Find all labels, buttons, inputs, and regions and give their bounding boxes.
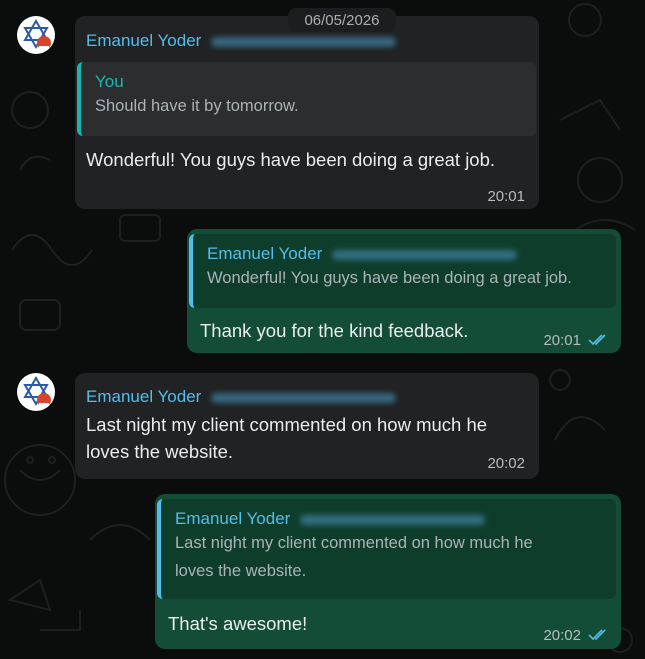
quoted-text-line: loves the website. bbox=[175, 562, 307, 580]
message-bubble-incoming[interactable]: Emanuel Yoder You Should have it by tomo… bbox=[75, 16, 539, 209]
blurred-organization bbox=[300, 514, 486, 525]
quoted-sender-name: Emanuel Yoder bbox=[175, 509, 604, 529]
message-bubble-incoming[interactable]: Emanuel Yoder Last night my client comme… bbox=[75, 373, 539, 479]
message-text: Wonderful! You guys have been doing a gr… bbox=[86, 149, 496, 170]
quoted-text-line: Last night my client commented on how mu… bbox=[175, 534, 533, 552]
message-text-line: Last night my client commented on how mu… bbox=[86, 414, 488, 435]
quoted-reply[interactable]: Emanuel Yoder Wonderful! You guys have b… bbox=[189, 234, 616, 308]
star-of-david-avatar-icon bbox=[23, 19, 51, 54]
date-divider: 06/05/2026 bbox=[288, 8, 396, 32]
message-timestamp: 20:02 bbox=[487, 455, 525, 472]
message-timestamp: 20:01 bbox=[487, 188, 525, 205]
message-timestamp: 20:02 bbox=[543, 627, 581, 644]
message-text: That's awesome! bbox=[168, 613, 308, 634]
double-check-read-icon bbox=[588, 629, 606, 641]
quoted-sender-name: Emanuel Yoder bbox=[207, 244, 604, 264]
sender-name[interactable]: Emanuel Yoder bbox=[86, 31, 397, 51]
sender-avatar[interactable] bbox=[17, 16, 55, 54]
quoted-reply[interactable]: Emanuel Yoder Last night my client comme… bbox=[157, 499, 616, 599]
star-of-david-avatar-icon bbox=[23, 376, 51, 411]
message-text: Thank you for the kind feedback. bbox=[200, 320, 469, 341]
sender-name[interactable]: Emanuel Yoder bbox=[86, 387, 397, 407]
sender-avatar[interactable] bbox=[17, 373, 55, 411]
message-text-line: loves the website. bbox=[86, 441, 234, 462]
double-check-read-icon bbox=[588, 334, 606, 346]
message-timestamp: 20:01 bbox=[543, 332, 581, 349]
message-text: Last night my client commented on how mu… bbox=[86, 411, 487, 465]
quoted-text: Wonderful! You guys have been doing a gr… bbox=[207, 269, 572, 287]
quoted-reply[interactable]: You Should have it by tomorrow. bbox=[77, 62, 536, 136]
blurred-organization bbox=[332, 249, 518, 260]
quoted-text: Should have it by tomorrow. bbox=[95, 97, 299, 115]
message-bubble-outgoing[interactable]: Emanuel Yoder Last night my client comme… bbox=[155, 494, 621, 649]
message-bubble-outgoing[interactable]: Emanuel Yoder Wonderful! You guys have b… bbox=[187, 229, 621, 353]
blurred-organization bbox=[211, 36, 397, 47]
blurred-organization bbox=[211, 392, 397, 403]
quoted-sender-name: You bbox=[95, 72, 124, 91]
